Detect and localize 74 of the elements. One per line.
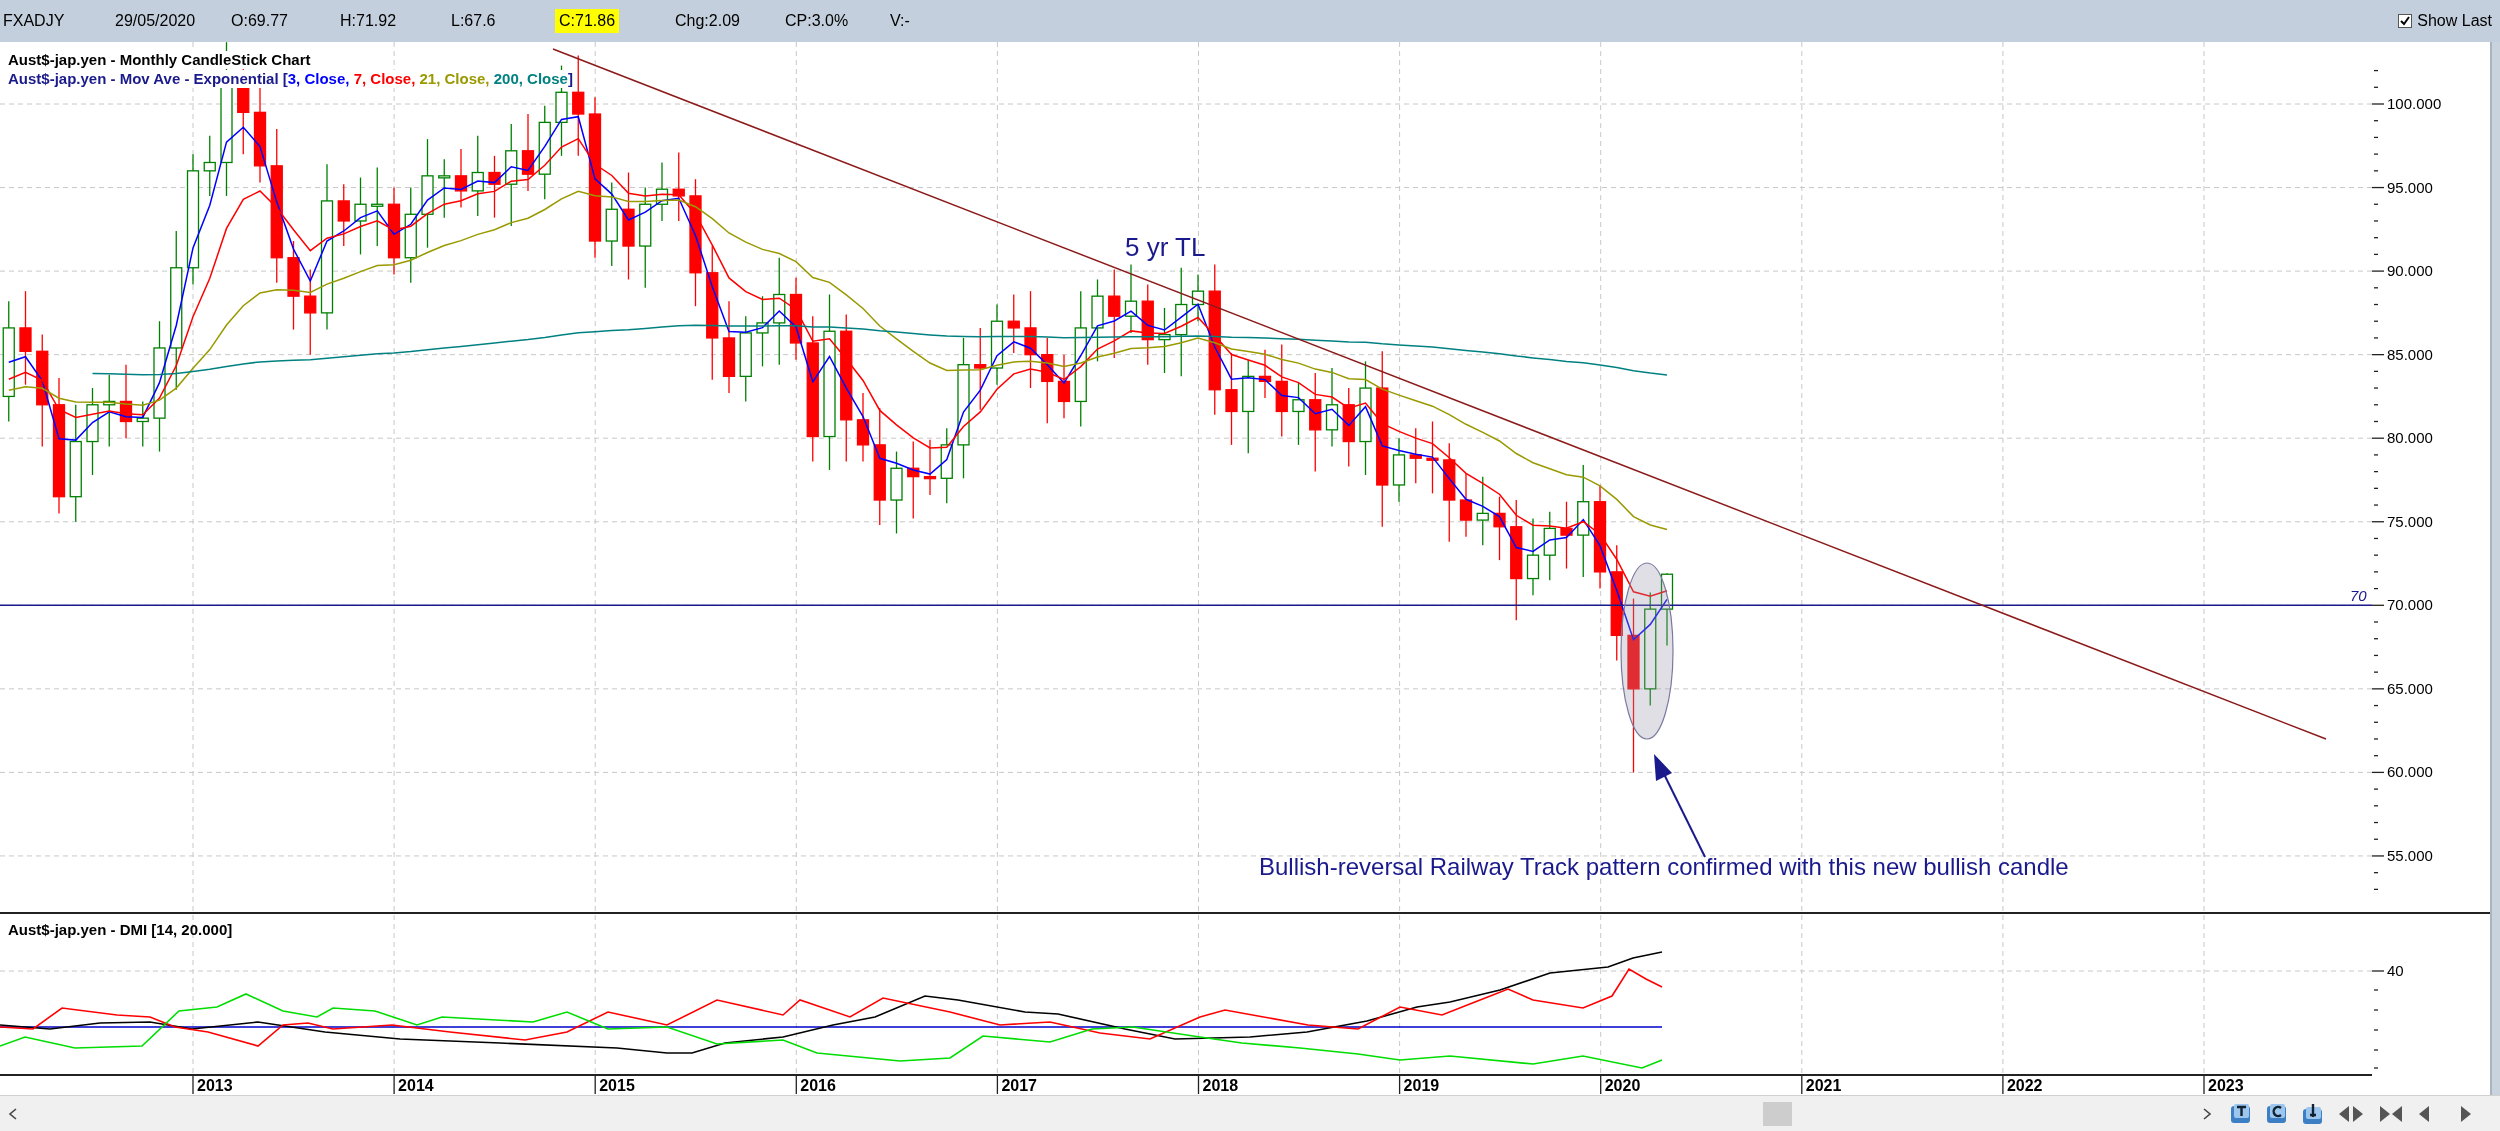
axis-label: 2016 — [800, 1077, 836, 1095]
candle — [203, 135, 216, 197]
axis-label: 2014 — [398, 1077, 434, 1095]
axis-label: 75.000 — [2387, 512, 2433, 531]
axis-label: 80.000 — [2387, 429, 2433, 448]
scrollbar-thumb[interactable] — [1763, 1101, 1792, 1126]
axis-label: 55.000 — [2387, 846, 2433, 865]
axis-label: 65.000 — [2387, 679, 2433, 698]
expand-icon[interactable] — [2338, 1104, 2364, 1123]
text-tool-icon[interactable] — [2230, 1102, 2252, 1125]
axis-label: 2015 — [599, 1077, 635, 1095]
axis-label: 2022 — [2006, 1077, 2043, 1095]
level-label: 70 — [2350, 587, 2367, 605]
candle — [1258, 349, 1272, 399]
checkbox[interactable] — [2398, 14, 2413, 28]
scroll-back-icon[interactable] — [2418, 1104, 2430, 1123]
candle — [655, 161, 669, 222]
candle — [454, 148, 468, 209]
chart-title: Aust$-jap.yen - Monthly CandleStick Chart — [8, 51, 311, 69]
annotation-text: 5 yr TL — [1125, 232, 1206, 262]
axis-label: 2018 — [1202, 1077, 1239, 1095]
candle — [1158, 307, 1171, 374]
candle — [1543, 511, 1556, 581]
header-field: 29/05/2020 — [115, 9, 196, 33]
candle — [136, 400, 149, 448]
axis-label: 90.000 — [2387, 262, 2433, 281]
axis-label: 70.000 — [2387, 596, 2433, 615]
scroll-forward-icon[interactable] — [2460, 1104, 2472, 1123]
axis-label: 60.000 — [2387, 763, 2433, 782]
candle — [1476, 476, 1489, 546]
axis-label: 2020 — [1604, 1077, 1641, 1095]
header-field: H:71.92 — [340, 9, 397, 33]
candle — [1191, 273, 1205, 322]
candle — [1392, 437, 1406, 503]
indicator-tool-icon[interactable] — [2302, 1102, 2324, 1125]
axis-label: 2013 — [197, 1077, 233, 1095]
header-field: V:- — [890, 9, 910, 33]
axis-label: 2017 — [1001, 1077, 1037, 1095]
show-last-checkbox[interactable]: Show Last — [2398, 9, 2492, 33]
header-field: O:69.77 — [231, 9, 288, 33]
candle — [1493, 496, 1506, 561]
scroll-left-icon[interactable] — [8, 1107, 18, 1120]
header-field: CP:3.0% — [785, 9, 849, 33]
candle — [1459, 472, 1473, 538]
candle — [337, 183, 350, 247]
scroll-right-icon[interactable] — [2202, 1107, 2212, 1120]
moving-average-legend: Aust$-jap.yen - Mov Ave - Exponential [3, Close, 7, Close, 21, Close, 200, Close] — [8, 70, 573, 88]
candle — [1560, 501, 1573, 570]
axis-label: 100.000 — [2387, 95, 2442, 113]
chart-tool-icon[interactable] — [2266, 1102, 2288, 1125]
candle — [923, 439, 937, 496]
candle — [1057, 354, 1071, 419]
axis-label: 40 — [2387, 962, 2404, 980]
indicator-title: Aust$-jap.yen - DMI [14, 20.000] — [8, 921, 233, 939]
axis-label: 2021 — [1805, 1077, 1842, 1095]
axis-label: 2023 — [2208, 1077, 2244, 1095]
candle — [488, 155, 501, 219]
candle — [1409, 427, 1422, 484]
axis-label: 2019 — [1403, 1077, 1440, 1095]
axis-label: 95.000 — [2387, 178, 2433, 197]
header-field: C:71.86 — [555, 9, 620, 33]
header-field: Chg:2.09 — [675, 9, 740, 33]
header-field: FXADJY — [3, 9, 65, 33]
axis-label: 85.000 — [2387, 345, 2433, 364]
candle — [1007, 293, 1020, 354]
candle — [1292, 382, 1305, 446]
candle — [1124, 263, 1138, 334]
candle — [438, 158, 451, 219]
candle — [672, 151, 685, 222]
candle — [856, 392, 870, 463]
collapse-icon[interactable] — [2378, 1104, 2404, 1123]
candle — [756, 295, 769, 367]
annotation-text: Bullish-reversal Railway Track pattern confirmed with this new bullish candle — [1259, 853, 2069, 881]
header-field: L:67.6 — [451, 9, 496, 33]
